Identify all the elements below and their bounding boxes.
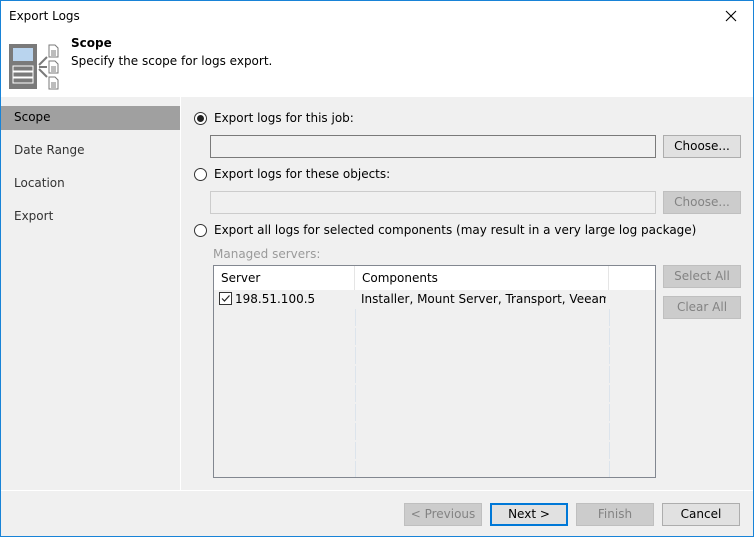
- wizard-footer: < Previous Next > Finish Cancel: [1, 490, 753, 536]
- next-button[interactable]: Next >: [490, 503, 568, 526]
- components-cell: Installer, Mount Server, Transport, Veea…: [361, 292, 606, 306]
- server-name: 198.51.100.5: [235, 292, 316, 306]
- managed-servers-label: Managed servers:: [213, 247, 321, 261]
- close-icon: [725, 10, 737, 22]
- radio-export-objects-label: Export logs for these objects:: [214, 167, 391, 181]
- radio-button[interactable]: [194, 167, 207, 181]
- managed-servers-table[interactable]: Server Components 198.51.100.5 Installer…: [213, 265, 656, 478]
- clear-all-button[interactable]: Clear All: [663, 296, 741, 319]
- column-header-server[interactable]: Server: [214, 266, 355, 290]
- radio-export-components[interactable]: Export all logs for selected components …: [194, 223, 696, 237]
- table-row[interactable]: 198.51.100.5 Installer, Mount Server, Tr…: [214, 290, 655, 309]
- title-bar: Export Logs: [1, 1, 753, 33]
- finish-button[interactable]: Finish: [576, 503, 654, 526]
- radio-export-components-label: Export all logs for selected components …: [214, 223, 697, 237]
- sidebar-item-export[interactable]: Export: [1, 205, 180, 229]
- wizard-steps-sidebar: Scope Date Range Location Export: [1, 97, 181, 490]
- export-logs-window: Export Logs Scope Specify the scope for …: [0, 0, 754, 537]
- radio-button-checked[interactable]: [194, 111, 207, 125]
- checkmark-icon: [221, 295, 230, 302]
- server-logs-icon: [9, 44, 59, 90]
- scope-panel: Export logs for this job: Choose... Expo…: [182, 97, 753, 490]
- column-divider: [355, 309, 356, 477]
- radio-export-job[interactable]: Export logs for this job:: [194, 111, 354, 125]
- radio-export-job-label: Export logs for this job:: [214, 111, 354, 125]
- server-cell: 198.51.100.5: [219, 290, 353, 309]
- window-title: Export Logs: [9, 9, 80, 23]
- select-all-button[interactable]: Select All: [663, 265, 741, 288]
- sidebar-item-date-range[interactable]: Date Range: [1, 139, 180, 163]
- column-header-components[interactable]: Components: [355, 266, 609, 290]
- radio-button[interactable]: [194, 223, 207, 237]
- sidebar-item-scope[interactable]: Scope: [1, 106, 180, 130]
- job-input[interactable]: [210, 135, 656, 158]
- choose-objects-button[interactable]: Choose...: [663, 191, 741, 214]
- wizard-header: Scope Specify the scope for logs export.: [1, 33, 753, 97]
- cancel-button[interactable]: Cancel: [662, 503, 740, 526]
- sidebar-item-location[interactable]: Location: [1, 172, 180, 196]
- radio-export-objects[interactable]: Export logs for these objects:: [194, 167, 390, 181]
- close-button[interactable]: [709, 1, 753, 31]
- choose-job-button[interactable]: Choose...: [663, 135, 741, 158]
- page-subtitle: Specify the scope for logs export.: [71, 54, 273, 68]
- page-title: Scope: [71, 36, 112, 50]
- table-header: Server Components: [214, 266, 655, 290]
- previous-button[interactable]: < Previous: [404, 503, 482, 526]
- objects-input[interactable]: [210, 191, 656, 214]
- server-checkbox[interactable]: [219, 292, 232, 305]
- column-divider: [609, 309, 610, 477]
